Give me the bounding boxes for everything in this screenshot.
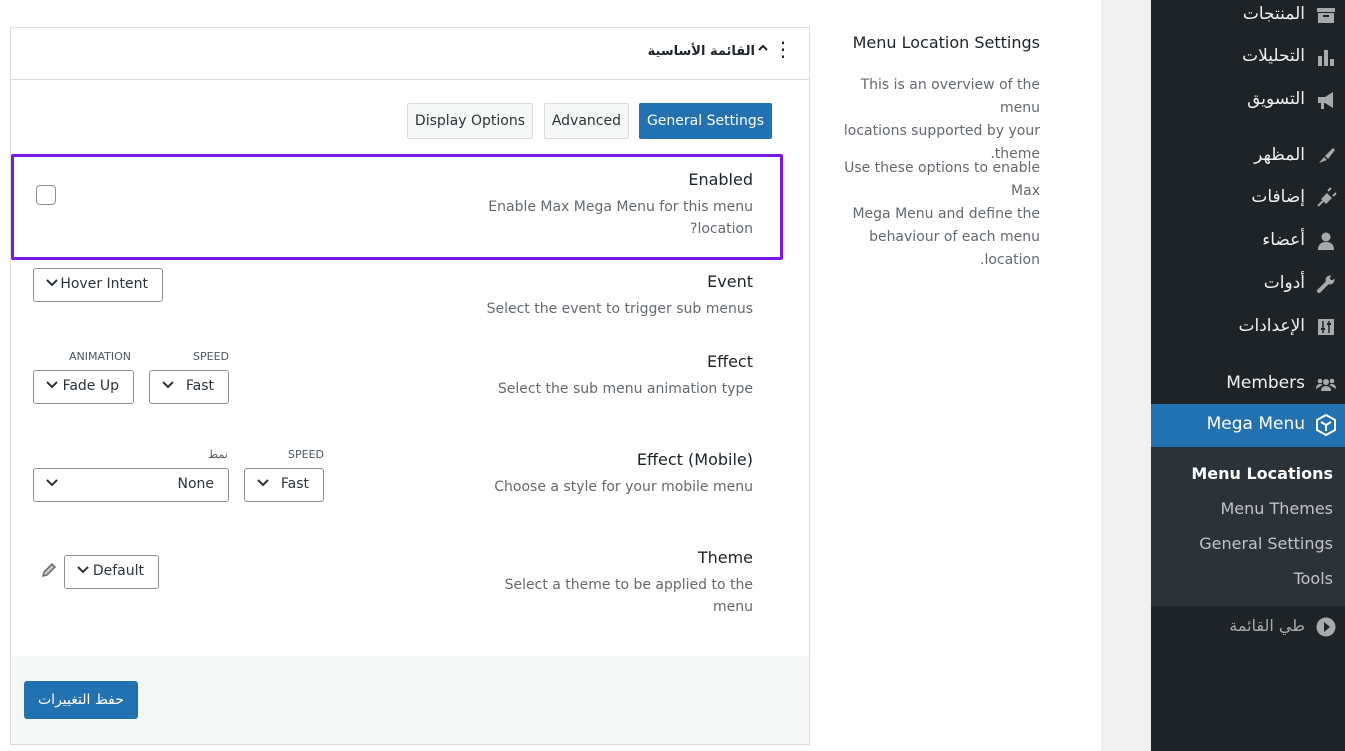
desc-line: menu	[713, 599, 753, 615]
sidebar-item-label: المنتجات	[1242, 4, 1305, 24]
paintbrush-icon	[1319, 148, 1335, 163]
effect-animation-value: Fade Up	[62, 378, 119, 394]
effect-label: Effect	[706, 352, 753, 371]
info-paragraph-2: Use these options to enable Max Mega Men…	[818, 157, 1040, 272]
effect-mobile-style-value: None	[177, 476, 214, 492]
event-select-value: Hover Intent	[60, 276, 148, 292]
style-caption: نمط	[208, 448, 228, 461]
panel-footer: حفظ التغييرات	[11, 656, 809, 744]
effect-description: Select the sub menu animation type	[497, 381, 753, 397]
more-options-icon[interactable]: ⋮	[773, 39, 793, 59]
megaphone-icon	[1318, 92, 1333, 109]
effect-mobile-style-select[interactable]: None	[33, 468, 229, 502]
enabled-label: Enabled	[688, 170, 753, 189]
event-label: Event	[707, 272, 753, 291]
theme-select[interactable]: Default	[64, 555, 159, 589]
sidebar-item-settings[interactable]: الإعدادات	[1151, 308, 1345, 348]
user-icon	[1318, 232, 1334, 250]
info-title: Menu Location Settings	[852, 33, 1040, 52]
chevron-down-icon	[46, 279, 58, 287]
bar-chart-icon	[1318, 50, 1334, 66]
sidebar-item-label: طي القائمة	[1229, 616, 1305, 635]
sidebar-item-label: Members	[1226, 373, 1305, 393]
effect-mobile-description: Choose a style for your mobile menu	[494, 479, 753, 495]
theme-select-value: Default	[92, 563, 144, 579]
info-paragraph-1: This is an overview of the menu location…	[818, 74, 1040, 166]
sidebar-item-label: المظهر	[1254, 145, 1305, 165]
sidebar-item-label: إضافات	[1251, 187, 1305, 207]
effect-speed-select[interactable]: Fast	[149, 370, 229, 404]
speed-caption: SPEED	[193, 350, 229, 363]
sidebar-item-marketing[interactable]: التسويق	[1151, 81, 1345, 121]
sidebar-item-appearance[interactable]: المظهر	[1151, 137, 1345, 177]
sidebar-item-label: Mega Menu	[1206, 414, 1305, 434]
enabled-checkbox[interactable]	[36, 185, 56, 205]
info-line: This is an overview of the menu	[860, 77, 1040, 116]
mega-menu-submenu: Menu Locations Menu Themes General Setti…	[1151, 447, 1345, 606]
sidebar-item-label: التسويق	[1247, 89, 1305, 109]
desc-line: location?	[690, 221, 753, 237]
current-indicator	[1143, 416, 1151, 432]
collapse-icon	[1316, 617, 1336, 637]
info-line: Mega Menu and define the	[852, 206, 1040, 222]
tab-advanced[interactable]: Advanced	[543, 103, 629, 139]
chevron-down-icon	[46, 381, 58, 389]
chevron-down-icon	[46, 479, 58, 487]
admin-sidebar: المنتجات التحليلات التسويق المظهر إضافات…	[1143, 0, 1345, 751]
sidebar-item-tools[interactable]: أدوات	[1151, 265, 1345, 305]
sidebar-item-analytics[interactable]: التحليلات	[1151, 38, 1345, 78]
effect-mobile-label: Effect (Mobile)	[636, 450, 753, 469]
chevron-down-icon	[257, 479, 269, 487]
submenu-tools[interactable]: Tools	[1294, 569, 1333, 588]
info-line: Use these options to enable Max	[844, 160, 1040, 199]
sidebar-item-label: أدوات	[1263, 273, 1305, 293]
tab-general-settings[interactable]: General Settings	[638, 103, 772, 139]
panel-header[interactable]: القائمة الأساسية ⋮	[11, 28, 809, 80]
sidebar-item-label: الإعدادات	[1238, 316, 1305, 336]
info-line: behaviour of each menu location.	[869, 229, 1040, 268]
effect-mobile-speed-value: Fast	[280, 476, 309, 492]
animation-caption: ANIMATION	[69, 350, 132, 363]
effect-animation-select[interactable]: Fade Up	[33, 370, 134, 404]
edit-pencil-icon[interactable]	[40, 561, 58, 579]
theme-label: Theme	[697, 548, 753, 567]
submenu-general-settings[interactable]: General Settings	[1199, 534, 1333, 553]
tab-display-options[interactable]: Display Options	[406, 103, 533, 139]
sidebar-item-label: التحليلات	[1242, 46, 1305, 66]
settings-sliders-icon	[1318, 319, 1334, 335]
sidebar-item-users[interactable]: أعضاء	[1151, 222, 1345, 262]
chevron-down-icon	[77, 566, 89, 574]
save-changes-button[interactable]: حفظ التغييرات	[24, 681, 138, 719]
menu-location-panel: القائمة الأساسية ⋮ General Settings Adva…	[10, 27, 810, 745]
sidebar-item-products[interactable]: المنتجات	[1151, 0, 1345, 36]
effect-speed-value: Fast	[185, 378, 214, 394]
mega-menu-icon	[1316, 414, 1336, 436]
sidebar-item-mega-menu[interactable]: Mega Menu	[1143, 404, 1345, 447]
wrench-icon	[1317, 275, 1335, 293]
effect-mobile-speed-select[interactable]: Fast	[244, 468, 324, 502]
submenu-menu-themes[interactable]: Menu Themes	[1220, 499, 1333, 518]
sidebar-item-plugins[interactable]: إضافات	[1151, 179, 1345, 219]
chevron-up-icon[interactable]	[757, 42, 769, 58]
submenu-menu-locations[interactable]: Menu Locations	[1191, 464, 1333, 483]
archive-icon	[1317, 8, 1335, 23]
sidebar-collapse-menu[interactable]: طي القائمة	[1151, 608, 1345, 648]
sidebar-item-members[interactable]: Members	[1151, 365, 1345, 405]
panel-title: القائمة الأساسية	[647, 44, 755, 59]
desc-line: Enable Max Mega Menu for this menu	[488, 199, 753, 215]
sidebar-item-label: أعضاء	[1262, 230, 1305, 250]
enabled-description: Enable Max Mega Menu for this menu locat…	[453, 196, 753, 240]
info-line: locations supported by your	[843, 123, 1040, 139]
plugin-icon	[1317, 187, 1337, 207]
event-select[interactable]: Hover Intent	[33, 268, 163, 302]
desc-line: Select a theme to be applied to the	[504, 577, 753, 593]
mobile-speed-caption: SPEED	[288, 448, 324, 461]
theme-description: Select a theme to be applied to the menu	[493, 574, 753, 618]
chevron-down-icon	[162, 381, 174, 389]
event-description: Select the event to trigger sub menus	[486, 301, 753, 317]
groups-icon	[1316, 378, 1336, 391]
